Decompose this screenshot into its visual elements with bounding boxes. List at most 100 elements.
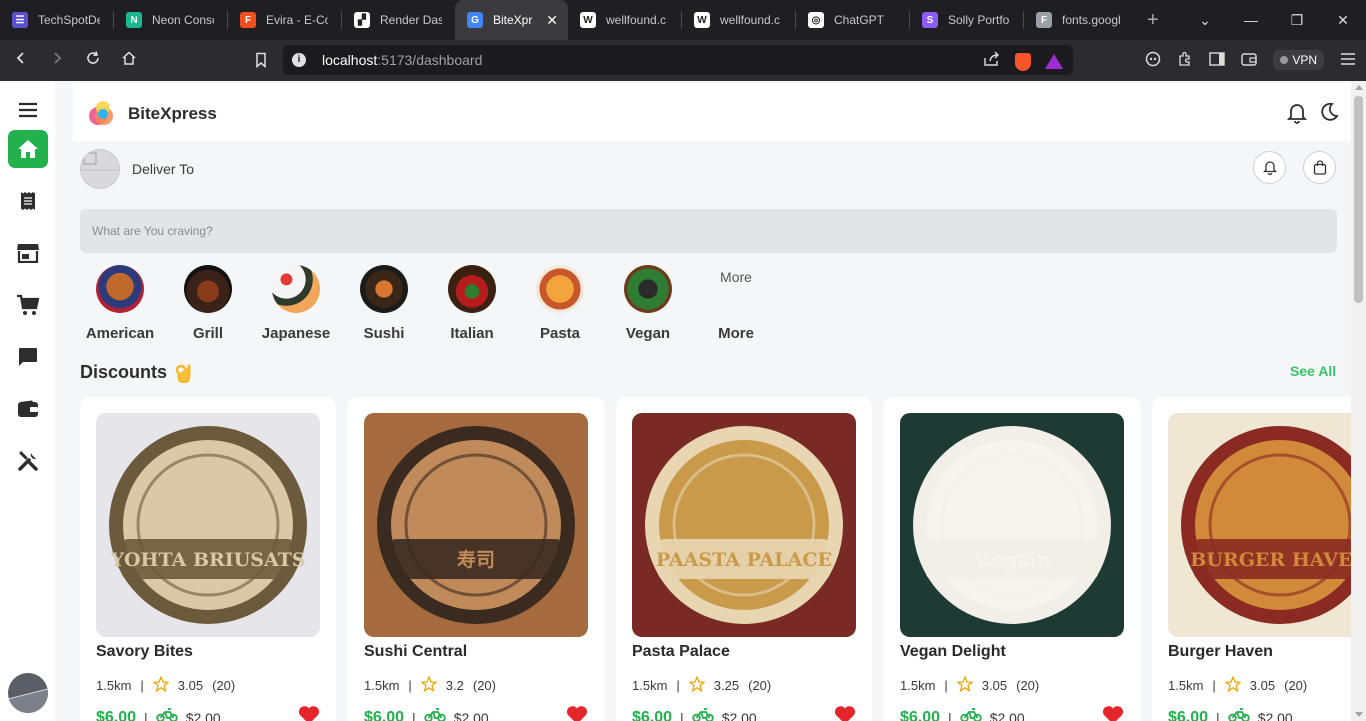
category-japanese[interactable]: Japanese bbox=[260, 265, 332, 342]
star-icon bbox=[688, 675, 706, 695]
distance: 1.5km bbox=[632, 678, 668, 693]
browser-tab[interactable]: Wwellfound.c bbox=[682, 0, 795, 40]
delivery-fee: $2.00 bbox=[989, 709, 1025, 721]
see-all-link[interactable]: See All bbox=[1290, 363, 1336, 379]
menu-icon[interactable] bbox=[1340, 52, 1356, 69]
tab-search-button[interactable]: ⌄ bbox=[1182, 12, 1228, 29]
minimize-button[interactable]: — bbox=[1228, 12, 1274, 28]
restaurant-card[interactable]: BURGER HAVEN Burger Haven 1.5km | 3.05 (20) $6… bbox=[1152, 397, 1351, 721]
brand-name: BiteXpress bbox=[128, 104, 217, 123]
restaurant-logo-text: V.egain bbox=[973, 549, 1051, 571]
browser-tab[interactable]: S Solly Portfo bbox=[910, 0, 1023, 40]
sidebar-item-wallet[interactable] bbox=[8, 390, 48, 428]
notifications-bell-icon[interactable] bbox=[1286, 102, 1308, 129]
browser-tab[interactable]: ▞ Render Dasl bbox=[342, 0, 455, 40]
wallet-icon[interactable] bbox=[1241, 52, 1258, 69]
user-avatar[interactable] bbox=[8, 673, 48, 713]
restaurant-card[interactable]: 寿司 Sushi Central 1.5km | 3.2 (20) $6.00 | $2.00 bbox=[348, 397, 604, 721]
forward-icon[interactable] bbox=[42, 50, 72, 71]
reload-icon[interactable] bbox=[78, 50, 108, 71]
browser-tab[interactable]: Ffonts.googl bbox=[1024, 0, 1137, 40]
divider: | bbox=[408, 678, 412, 693]
browser-tab[interactable]: ☰ TechSpotDe bbox=[0, 0, 113, 40]
favorite-heart-icon[interactable] bbox=[298, 705, 320, 721]
browser-tab[interactable]: F Evira - E-Co bbox=[228, 0, 341, 40]
sidebar-toggle-icon[interactable] bbox=[1209, 51, 1226, 69]
favorite-heart-icon[interactable] bbox=[566, 705, 588, 721]
tab-title: Neon Conso bbox=[152, 13, 214, 27]
deliver-to-label[interactable]: Deliver To bbox=[132, 161, 194, 177]
restaurant-name: Sushi Central bbox=[364, 643, 468, 660]
restore-button[interactable]: ❐ bbox=[1274, 12, 1320, 29]
sidebar-item-orders[interactable] bbox=[8, 182, 48, 220]
address-bar[interactable]: i localhost:5173/dashboard bbox=[283, 45, 1073, 75]
notification-button[interactable] bbox=[1253, 151, 1286, 184]
shopping-bag-button[interactable] bbox=[1303, 151, 1336, 184]
share-icon[interactable] bbox=[983, 51, 1001, 72]
tab-title: fonts.googl bbox=[1062, 13, 1121, 27]
sidebar-item-settings[interactable] bbox=[8, 442, 48, 480]
restaurant-card[interactable]: V.egain Vegan Delight 1.5km | 3.05 (20) $6.00 |… bbox=[884, 397, 1140, 721]
brave-rewards-icon[interactable] bbox=[1045, 54, 1063, 69]
browser-toolbar: i localhost:5173/dashboard VPN bbox=[0, 40, 1366, 81]
restaurant-card[interactable]: PAASTA PALACE Pasta Palace 1.5km | 3.25 (20) $… bbox=[616, 397, 872, 721]
category-grill[interactable]: Grill bbox=[172, 265, 244, 342]
scroll-up-arrow[interactable] bbox=[1355, 85, 1363, 90]
page-scrollbar[interactable] bbox=[1351, 81, 1366, 721]
restaurant-meta: 1.5km | 3.2 (20) bbox=[364, 675, 496, 695]
restaurant-card[interactable]: YOHTA BRIUSATS Savory Bites 1.5km | 3.05 (20)… bbox=[80, 397, 336, 721]
extensions-icon[interactable] bbox=[1177, 51, 1193, 70]
favorite-heart-icon[interactable] bbox=[1102, 705, 1124, 721]
tools-icon bbox=[18, 451, 38, 471]
category-vegan[interactable]: Vegan bbox=[612, 265, 684, 342]
category-more[interactable]: More More bbox=[700, 265, 772, 342]
home-icon[interactable] bbox=[114, 50, 144, 71]
sidebar-item-store[interactable] bbox=[8, 234, 48, 272]
category-label: Italian bbox=[450, 325, 494, 342]
vpn-button[interactable]: VPN bbox=[1273, 50, 1324, 70]
favorite-heart-icon[interactable] bbox=[834, 705, 856, 721]
close-window-button[interactable]: ✕ bbox=[1320, 12, 1366, 29]
dark-mode-toggle-icon[interactable] bbox=[1319, 102, 1339, 127]
window-controls: ⌄ — ❐ ✕ bbox=[1182, 0, 1366, 40]
category-pasta[interactable]: Pasta bbox=[524, 265, 596, 342]
back-icon[interactable] bbox=[6, 50, 36, 71]
sidebar-item-messages[interactable] bbox=[8, 338, 48, 376]
delivery-location-avatar[interactable] bbox=[80, 149, 120, 189]
category-american[interactable]: American bbox=[84, 265, 156, 342]
scrollbar-thumb[interactable] bbox=[1354, 96, 1363, 303]
leo-ai-icon[interactable] bbox=[1145, 51, 1161, 70]
search-input[interactable] bbox=[80, 209, 1337, 253]
new-tab-button[interactable]: + bbox=[1147, 9, 1159, 32]
bookmark-icon[interactable] bbox=[246, 52, 276, 73]
price: $6.00 bbox=[632, 708, 673, 721]
price: $6.00 bbox=[96, 708, 137, 721]
category-image bbox=[536, 265, 584, 313]
cart-icon bbox=[17, 294, 40, 315]
category-italian[interactable]: Italian bbox=[436, 265, 508, 342]
browser-tab[interactable]: N Neon Conso bbox=[114, 0, 227, 40]
sidebar-item-cart[interactable] bbox=[8, 286, 48, 324]
shopping-bag-icon bbox=[1313, 160, 1326, 175]
category-sushi[interactable]: Sushi bbox=[348, 265, 420, 342]
distance: 1.5km bbox=[900, 678, 936, 693]
site-info-icon[interactable]: i bbox=[292, 53, 306, 67]
restaurant-logo-image: 寿司 bbox=[364, 413, 588, 637]
category-image bbox=[360, 265, 408, 313]
delivery-bike-icon bbox=[423, 707, 446, 721]
hamburger-menu-button[interactable] bbox=[8, 91, 48, 129]
brave-shields-icon[interactable] bbox=[1015, 52, 1031, 71]
scroll-down-arrow[interactable] bbox=[1355, 712, 1363, 717]
review-count: (20) bbox=[472, 678, 496, 693]
rating: 3.05 bbox=[981, 678, 1008, 693]
bitexpress-logo[interactable] bbox=[87, 99, 115, 127]
browser-tab[interactable]: Wwellfound.c bbox=[568, 0, 681, 40]
delivery-bike-icon bbox=[1227, 707, 1250, 721]
browser-tab[interactable]: ◎ ChatGPT bbox=[796, 0, 909, 40]
sidebar-item-home[interactable] bbox=[8, 130, 48, 168]
browser-tab[interactable]: G BiteXpr ✕ bbox=[455, 0, 568, 40]
restaurant-meta: 1.5km | 3.25 (20) bbox=[632, 675, 771, 695]
vpn-status-dot bbox=[1280, 56, 1289, 64]
close-tab-icon[interactable]: ✕ bbox=[546, 12, 558, 29]
page-viewport: BiteXpress Deliver To American Grill Japan… bbox=[0, 81, 1351, 721]
